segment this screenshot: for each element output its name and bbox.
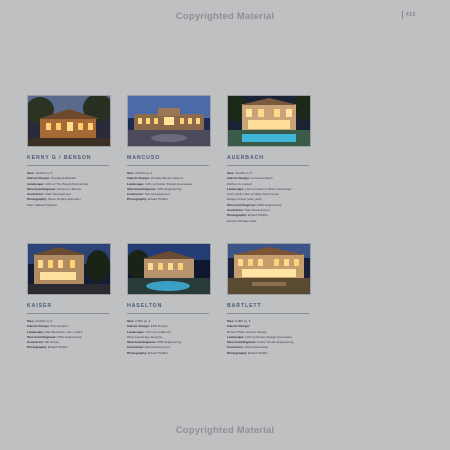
divider <box>27 313 109 314</box>
project-kenny-g-benson: KENNY G / BENSON Size: 18,000 sq. ft. In… <box>27 95 111 208</box>
project-name: MANCUSO <box>127 155 161 161</box>
project-details: Size: 13,000 sq. ft. Interior Design: FC… <box>27 319 111 351</box>
project-name: KAISER <box>27 303 52 309</box>
project-kaiser: KAISER Size: 13,000 sq. ft. Interior Des… <box>27 243 111 351</box>
project-details: Size: 8,500 sq. ft. Interior Design: EPH… <box>127 319 211 356</box>
detail-row: Marc Valleuli Harianni <box>27 202 57 207</box>
divider <box>127 165 209 166</box>
project-photo <box>127 95 211 147</box>
project-details: Size: 8,000 sq. ft. Interior Design: DeG… <box>227 319 311 356</box>
project-photo <box>127 243 211 295</box>
divider <box>127 313 209 314</box>
project-details: Size: 11,000 sq. ft. Interior Design: Lo… <box>227 171 311 224</box>
copyright-watermark-bottom: Copyrighted Material <box>175 425 275 436</box>
project-photo <box>227 95 311 147</box>
project-details: Size: 18,000 sq. ft. Interior Design: Fr… <box>27 171 111 208</box>
page-number: 415 <box>406 12 416 18</box>
project-photo <box>27 95 111 147</box>
project-name: KENNY G / BENSON <box>27 155 92 161</box>
project-name: BARTLETT <box>227 303 262 309</box>
detail-row: Photography: Erhard Pfeiffer <box>127 350 168 355</box>
project-haselton: HASELTON Size: 8,500 sq. ft. Interior De… <box>127 243 211 356</box>
detail-row: Photography: Erhard Pfeiffer <box>127 197 168 202</box>
project-photo <box>27 243 111 295</box>
project-auerbach: AUERBACH Size: 11,000 sq. ft. Interior D… <box>227 95 311 224</box>
project-mancuso: MANCUSO Size: 22,000 sq. ft. Interior De… <box>127 95 211 203</box>
page-number-divider <box>402 11 403 19</box>
project-name: HASELTON <box>127 303 163 309</box>
detail-row: Gordon Michael Kelle <box>227 218 257 223</box>
project-details: Size: 22,000 sq. ft. Interior Design: Je… <box>127 171 211 203</box>
detail-row: Photography: Erhard Pfeiffer <box>27 345 68 350</box>
divider <box>227 165 309 166</box>
divider <box>227 313 309 314</box>
divider <box>27 165 109 166</box>
detail-row: Photography: Erhard Pfeiffer <box>227 350 268 355</box>
project-bartlett: BARTLETT Size: 8,000 sq. ft. Interior De… <box>227 243 311 356</box>
copyright-watermark-top: Copyrighted Material <box>175 11 275 22</box>
project-name: AUERBACH <box>227 155 264 161</box>
project-photo <box>227 243 311 295</box>
